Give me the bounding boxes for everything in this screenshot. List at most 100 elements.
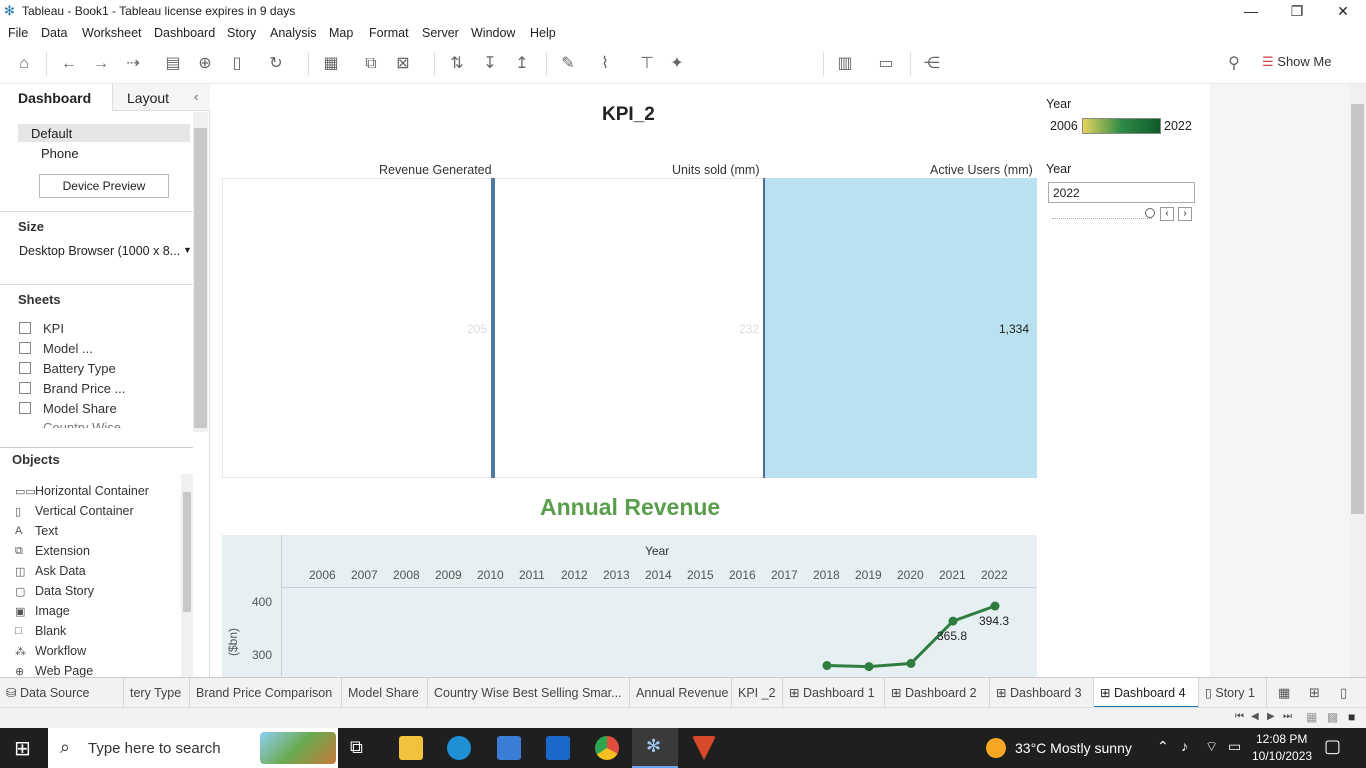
tray-chevron-icon[interactable]: ⌃ xyxy=(1157,738,1169,755)
last-sheet-icon[interactable]: ⏭ xyxy=(1283,711,1292,722)
sheet-battery-type[interactable]: Battery Type xyxy=(43,361,116,376)
format-painter-icon[interactable]: ⚲ xyxy=(1223,53,1245,75)
highlight-icon[interactable]: ✎ xyxy=(557,53,579,75)
revenue-data-point[interactable] xyxy=(864,662,874,672)
sheet-kpi[interactable]: KPI xyxy=(43,321,64,336)
weather-text[interactable]: 33°C Mostly sunny xyxy=(1015,740,1132,756)
sheet-tab-dashboard-2[interactable]: ⊞ Dashboard 2 xyxy=(885,678,990,708)
first-sheet-icon[interactable]: ⏮ xyxy=(1235,711,1244,722)
sheet-tab-dashboard-1[interactable]: ⊞ Dashboard 1 xyxy=(783,678,885,708)
size-dropdown-arrow-icon[interactable]: ▼ xyxy=(183,245,192,255)
group-icon[interactable]: ⌇ xyxy=(594,53,616,75)
object-ask-data[interactable]: Ask Data xyxy=(35,564,86,578)
clear-icon[interactable]: ⊠ xyxy=(392,53,414,75)
sheet-tab-dashboard-4[interactable]: ⊞ Dashboard 4 xyxy=(1094,678,1199,708)
close-button[interactable]: ✕ xyxy=(1320,0,1366,22)
tableau-taskbar-button[interactable]: ✻ xyxy=(632,728,678,768)
battery-icon[interactable]: ▭ xyxy=(1228,738,1241,755)
volume-icon[interactable]: ♪ xyxy=(1181,738,1188,754)
vertical-scrollbar[interactable] xyxy=(1350,84,1366,677)
sort-descending-icon[interactable]: ↥ xyxy=(511,53,533,75)
revenue-data-point[interactable] xyxy=(990,601,1000,611)
revenue-data-point[interactable] xyxy=(948,616,958,626)
swap-icon[interactable]: ⇅ xyxy=(446,53,468,75)
vertical-scroll-thumb[interactable] xyxy=(1351,104,1364,514)
duplicate-icon[interactable]: ⧉ xyxy=(360,53,382,75)
object-workflow[interactable]: Workflow xyxy=(35,644,86,658)
menu-story[interactable]: Story xyxy=(227,26,256,40)
sheet-brand-price[interactable]: Brand Price ... xyxy=(43,381,125,396)
new-story-tab-icon[interactable]: ▯ xyxy=(1340,685,1347,701)
sheet-tab-story-1[interactable]: ▯ Story 1 xyxy=(1199,678,1267,708)
new-dashboard-tab-icon[interactable]: ⊞ xyxy=(1309,685,1320,701)
sheet-tab-data-source[interactable]: ⛁ Data Source xyxy=(0,678,124,708)
new-worksheet-tab-icon[interactable]: ▦ xyxy=(1278,685,1290,701)
taskbar-search[interactable]: ⌕ Type here to search xyxy=(48,728,338,768)
menu-file[interactable]: File xyxy=(8,26,28,40)
sheet-model[interactable]: Model ... xyxy=(43,341,93,356)
object-vertical-container[interactable]: Vertical Container xyxy=(35,504,134,518)
menu-window[interactable]: Window xyxy=(471,26,515,40)
menu-analysis[interactable]: Analysis xyxy=(270,26,317,40)
home-icon[interactable]: ⌂ xyxy=(13,53,35,75)
clock-time[interactable]: 12:08 PM xyxy=(1256,732,1307,746)
store-icon[interactable] xyxy=(497,736,521,760)
refresh-icon[interactable]: ↻ xyxy=(265,53,287,75)
labels-icon[interactable]: ⊤ xyxy=(636,53,658,75)
share-icon[interactable]: ⋲ xyxy=(921,53,943,75)
presentation-icon[interactable]: ▭ xyxy=(875,53,897,75)
device-preview-button[interactable]: Device Preview xyxy=(39,174,169,198)
new-worksheet-icon[interactable]: ▦ xyxy=(320,53,342,75)
filmstrip-icon[interactable]: ▦ xyxy=(1306,710,1317,724)
revenue-data-point[interactable] xyxy=(906,658,916,668)
size-dropdown[interactable]: Desktop Browser (1000 x 8... xyxy=(19,244,180,258)
chrome-icon[interactable] xyxy=(595,736,619,760)
new-data-source-icon[interactable]: ⊕ xyxy=(194,53,216,75)
menu-data[interactable]: Data xyxy=(41,26,67,40)
show-cards-icon[interactable]: ▥ xyxy=(834,53,856,75)
edge-icon[interactable] xyxy=(447,736,471,760)
restore-button[interactable]: ❐ xyxy=(1274,0,1320,22)
wifi-icon[interactable]: ⌔ xyxy=(1205,738,1218,756)
device-phone[interactable]: Phone xyxy=(41,146,79,161)
sheet-tab-model-share[interactable]: Model Share xyxy=(342,678,428,708)
objects-scroll-thumb[interactable] xyxy=(183,492,191,612)
clock-date[interactable]: 10/10/2023 xyxy=(1252,749,1312,763)
pin-icon[interactable]: ✦ xyxy=(666,53,688,75)
menu-help[interactable]: Help xyxy=(530,26,556,40)
object-horizontal-container[interactable]: Horizontal Container xyxy=(35,484,149,498)
notification-icon[interactable]: ▢ xyxy=(1324,736,1341,757)
sheet-tab-annual-revenue[interactable]: Annual Revenue xyxy=(630,678,732,708)
undo-icon[interactable]: ← xyxy=(58,53,80,75)
menu-dashboard[interactable]: Dashboard xyxy=(154,26,215,40)
tabs-view-icon[interactable]: ■ xyxy=(1348,710,1355,724)
sort-ascending-icon[interactable]: ↧ xyxy=(479,53,501,75)
next-sheet-icon[interactable]: ▶ xyxy=(1267,711,1275,722)
windows-start-icon[interactable]: ⊞ xyxy=(14,736,31,761)
sheet-tab-kpi-2[interactable]: KPI _2 xyxy=(732,678,783,708)
menu-format[interactable]: Format xyxy=(369,26,409,40)
task-view-icon[interactable]: ⧉ xyxy=(350,737,363,758)
object-web-page[interactable]: Web Page xyxy=(35,664,93,678)
sheet-tab-brand-price-comparison[interactable]: Brand Price Comparison xyxy=(190,678,342,708)
menu-map[interactable]: Map xyxy=(329,26,353,40)
object-text[interactable]: Text xyxy=(35,524,58,538)
file-explorer-icon[interactable] xyxy=(399,736,423,760)
tab-dashboard[interactable]: Dashboard xyxy=(18,90,91,106)
object-image[interactable]: Image xyxy=(35,604,70,618)
object-blank[interactable]: Blank xyxy=(35,624,66,638)
object-extension[interactable]: Extension xyxy=(35,544,90,558)
panel-scroll-thumb[interactable] xyxy=(194,128,207,428)
show-me-button[interactable]: ☰ Show Me xyxy=(1262,54,1331,70)
sheet-country-wise[interactable]: Country Wise xyxy=(43,420,121,428)
app-icon[interactable] xyxy=(692,736,716,760)
pause-updates-icon[interactable]: ▯ xyxy=(226,53,248,75)
revenue-data-point[interactable] xyxy=(822,661,832,671)
minimize-button[interactable]: — xyxy=(1228,0,1274,22)
collapse-panel-icon[interactable]: ‹ xyxy=(194,89,198,104)
sheet-tab-country-wise-best-selling-smar-[interactable]: Country Wise Best Selling Smar... xyxy=(428,678,630,708)
replay-icon[interactable]: ⇢ xyxy=(122,53,144,75)
prev-sheet-icon[interactable]: ◀ xyxy=(1251,711,1259,722)
menu-server[interactable]: Server xyxy=(422,26,459,40)
sheet-sorter-icon[interactable]: ▩ xyxy=(1327,710,1338,724)
